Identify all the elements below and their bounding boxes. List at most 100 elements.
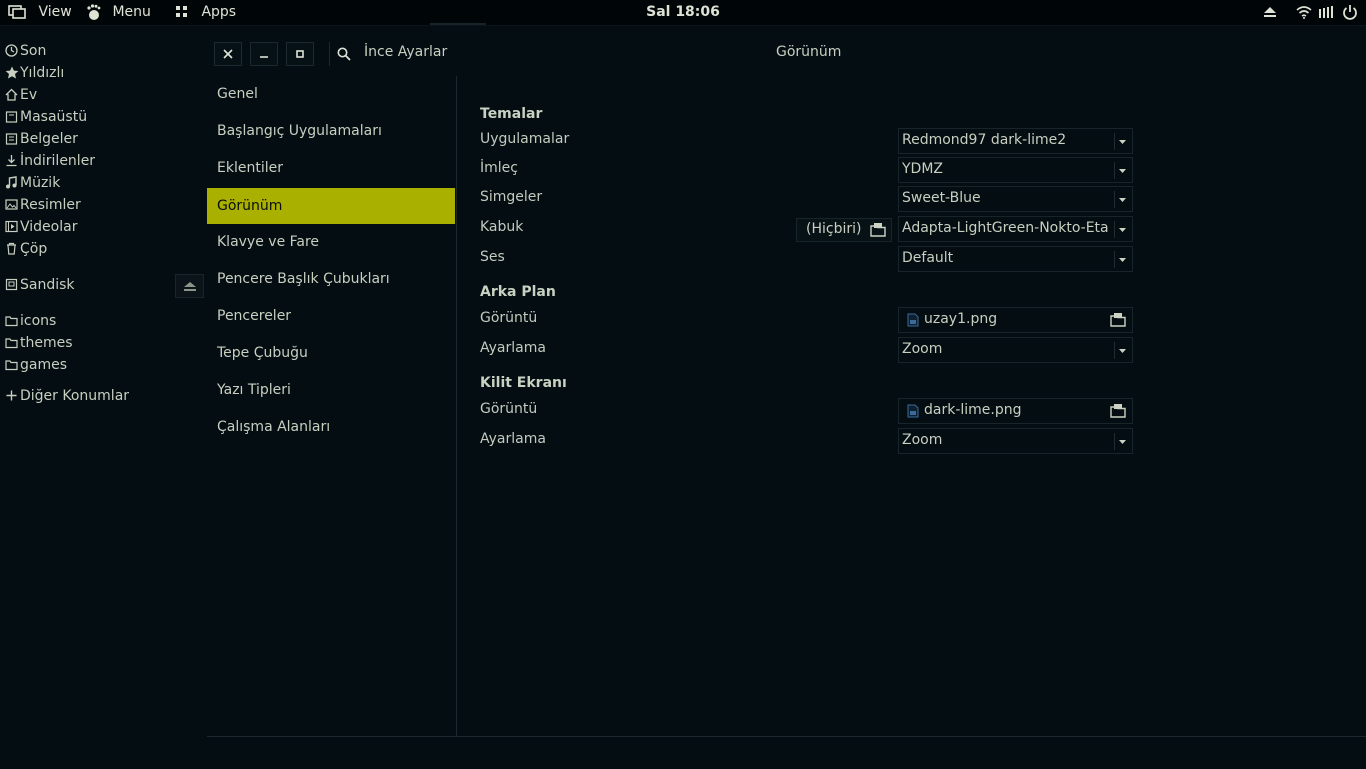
plus-icon [6, 390, 17, 401]
eject-icon [184, 282, 196, 291]
background-image-filename: uzay1.png [924, 311, 998, 327]
lockscreen-image-filename: dark-lime.png [924, 402, 1022, 418]
applications-theme-dropdown[interactable]: Redmond97 dark-lime2 [898, 128, 1133, 154]
sidebar-item-gorunum[interactable]: Görünüm [207, 188, 455, 224]
cursor-label: İmleç [480, 160, 518, 176]
cursor-theme-dropdown[interactable]: YDMZ [898, 157, 1133, 183]
minimize-button[interactable] [250, 42, 278, 66]
document-open-icon [1110, 313, 1126, 327]
maximize-button[interactable] [286, 42, 314, 66]
close-button[interactable] [214, 42, 242, 66]
place-label: icons [20, 313, 57, 329]
dropdown-arrow-icon [1114, 133, 1130, 150]
sound-theme-value: Default [902, 250, 954, 266]
panel-title: Görünüm [776, 44, 842, 60]
place-label: games [20, 357, 68, 373]
main-menu[interactable]: Menu [86, 0, 151, 25]
image-icon [5, 199, 18, 210]
folder-icon [5, 316, 18, 327]
folder-icon [5, 111, 18, 123]
folder-icon [5, 133, 18, 145]
dropdown-arrow-icon [1114, 162, 1130, 179]
sidebar-item-pencere-baslik-cubuklari[interactable]: Pencere Başlık Çubukları [207, 261, 455, 297]
background-image-chooser[interactable]: uzay1.png [898, 307, 1133, 333]
gnome-foot-icon [87, 4, 101, 20]
wifi-icon[interactable] [1296, 0, 1312, 25]
lockscreen-image-label: Görüntü [480, 401, 538, 417]
section-title-kilit-ekrani: Kilit Ekranı [480, 375, 567, 391]
video-icon [5, 220, 18, 233]
icon-theme-dropdown[interactable]: Sweet-Blue [898, 186, 1133, 212]
sidebar-item-calisma-alanlari[interactable]: Çalışma Alanları [207, 409, 455, 445]
window-icon [8, 5, 26, 19]
place-label: Sandisk [20, 277, 75, 293]
trash-icon [7, 242, 16, 255]
dropdown-arrow-icon [1114, 221, 1130, 238]
place-label: Resimler [20, 197, 81, 213]
volume-icon[interactable] [1318, 0, 1334, 25]
applications-theme-value: Redmond97 dark-lime2 [902, 132, 1067, 148]
music-icon [6, 176, 17, 189]
sidebar-item-yazi-tipleri[interactable]: Yazı Tipleri [207, 372, 455, 408]
lockscreen-adjust-label: Ayarlama [480, 431, 546, 447]
shell-none-button[interactable]: (Hiçbiri) [796, 218, 892, 242]
eject-button[interactable] [175, 274, 204, 298]
place-label: themes [20, 335, 73, 351]
app-title: İnce Ayarlar [364, 44, 448, 60]
shell-none-label: (Hiçbiri) [806, 221, 862, 237]
icon-theme-value: Sweet-Blue [902, 190, 981, 206]
menu-label: Menu [112, 4, 151, 20]
lockscreen-image-chooser[interactable]: dark-lime.png [898, 398, 1133, 424]
sound-label: Ses [480, 249, 505, 265]
place-label: Masaüstü [20, 109, 88, 125]
place-label: Son [20, 43, 47, 59]
sidebar-item-eklentiler[interactable]: Eklentiler [207, 150, 455, 186]
window-bottom-border [207, 736, 1366, 769]
apps-menu[interactable]: Apps [176, 0, 236, 25]
image-file-icon [907, 313, 919, 327]
shell-theme-dropdown[interactable]: Adapta-LightGreen-Nokto-Eta [898, 216, 1133, 242]
close-icon [223, 49, 233, 59]
icons-label: Simgeler [480, 189, 543, 205]
dropdown-arrow-icon [1114, 433, 1130, 450]
place-label: Yıldızlı [20, 65, 65, 81]
drive-icon [5, 278, 18, 291]
background-adjust-dropdown[interactable]: Zoom [898, 337, 1133, 363]
document-open-icon [870, 223, 886, 237]
star-icon [5, 66, 19, 79]
sidebar-item-klavye-ve-fare[interactable]: Klavye ve Fare [207, 224, 455, 260]
shell-label: Kabuk [480, 219, 524, 235]
sidebar-item-genel[interactable]: Genel [207, 76, 455, 112]
place-label: İndirilenler [20, 153, 96, 169]
applications-label: Uygulamalar [480, 131, 570, 147]
search-button[interactable] [329, 42, 357, 66]
place-label: Ev [20, 87, 38, 103]
section-title-temalar: Temalar [480, 106, 543, 122]
folder-icon [5, 338, 18, 349]
shell-theme-value: Adapta-LightGreen-Nokto-Eta [902, 220, 1109, 236]
eject-icon[interactable] [1262, 0, 1278, 25]
sidebar-item-tepe-cubugu[interactable]: Tepe Çubuğu [207, 335, 455, 371]
dropdown-arrow-icon [1114, 191, 1130, 208]
download-icon [6, 155, 17, 167]
sidebar-item-baslangic-uygulamalari[interactable]: Başlangıç Uygulamaları [207, 113, 455, 149]
clock-icon [5, 44, 18, 57]
place-label: Videolar [20, 219, 78, 235]
folder-icon [5, 360, 18, 371]
lockscreen-adjust-value: Zoom [902, 432, 943, 448]
power-icon[interactable] [1342, 0, 1358, 25]
maximize-icon [296, 50, 304, 58]
apps-label: Apps [201, 4, 237, 20]
lockscreen-adjust-dropdown[interactable]: Zoom [898, 428, 1133, 454]
sound-theme-dropdown[interactable]: Default [898, 246, 1133, 272]
place-label: Çöp [20, 241, 48, 257]
topbar-tick [430, 23, 486, 25]
place-label: Belgeler [20, 131, 78, 147]
document-open-icon [1110, 404, 1126, 418]
dropdown-arrow-icon [1114, 251, 1130, 268]
background-image-label: Görüntü [480, 310, 538, 326]
place-label: Müzik [20, 175, 61, 191]
cursor-theme-value: YDMZ [902, 161, 944, 177]
sidebar-item-pencereler[interactable]: Pencereler [207, 298, 455, 334]
view-menu[interactable]: View [8, 0, 72, 25]
